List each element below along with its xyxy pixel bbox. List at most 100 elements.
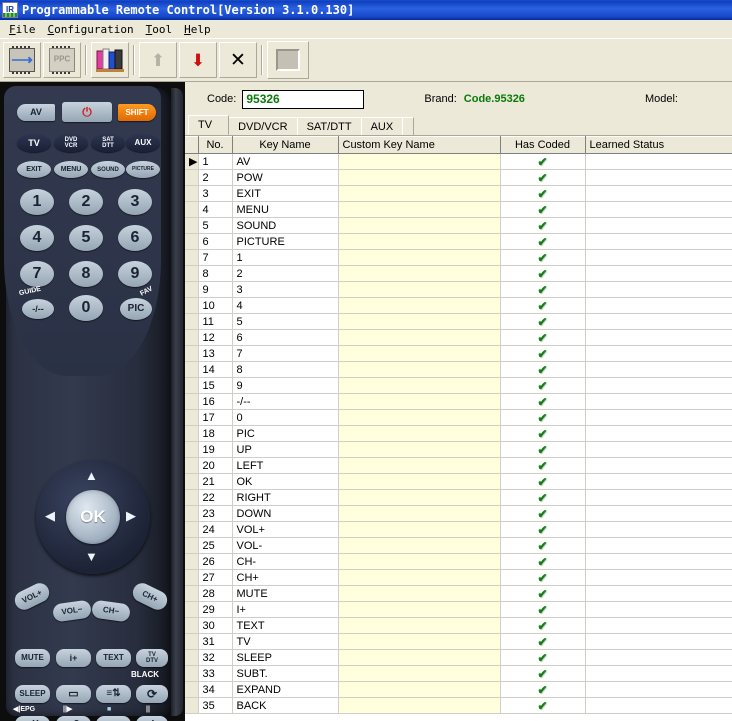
remote-key-8[interactable]: 8 xyxy=(69,261,103,287)
remote-key-dash[interactable]: -/-- xyxy=(22,299,54,319)
table-row[interactable]: 15 9 ✔ xyxy=(185,377,732,394)
table-row[interactable]: 28 MUTE ✔ xyxy=(185,585,732,602)
cell-custom-key-name[interactable] xyxy=(338,345,501,362)
remote-key-tv-dtv[interactable]: TV DTV xyxy=(136,649,168,667)
table-row[interactable]: 3 EXIT ✔ xyxy=(185,185,732,202)
remote-key-5[interactable]: 5 xyxy=(69,225,103,251)
row-indicator[interactable] xyxy=(185,281,199,298)
stop-button[interactable] xyxy=(267,41,309,79)
table-row[interactable]: 12 6 ✔ xyxy=(185,329,732,346)
remote-key-text-help[interactable]: ≡? xyxy=(56,716,91,721)
remote-key-info-plus[interactable]: i+ xyxy=(56,649,91,667)
table-row[interactable]: 9 3 ✔ xyxy=(185,281,732,298)
remote-key-left[interactable]: ◀ xyxy=(45,509,55,522)
remote-key-mute[interactable]: MUTE xyxy=(15,649,50,667)
remote-key-back[interactable]: ⟳ xyxy=(136,685,168,703)
remote-key-picture[interactable]: PICTURE xyxy=(126,161,160,178)
cell-custom-key-name[interactable] xyxy=(338,361,501,378)
remote-key-power[interactable]: ⏻ xyxy=(62,102,112,122)
cell-custom-key-name[interactable] xyxy=(338,265,501,282)
remote-key-aux[interactable]: AUX xyxy=(126,134,160,152)
table-row[interactable]: 27 CH+ ✔ xyxy=(185,569,732,586)
remote-key-exit[interactable]: EXIT xyxy=(17,161,51,178)
row-indicator[interactable] xyxy=(185,185,199,202)
remote-key-menu[interactable]: MENU xyxy=(54,161,88,178)
row-indicator[interactable] xyxy=(185,537,199,554)
cell-custom-key-name[interactable] xyxy=(338,537,501,554)
row-indicator[interactable] xyxy=(185,201,199,218)
cell-custom-key-name[interactable] xyxy=(338,249,501,266)
remote-key-3[interactable]: 3 xyxy=(118,189,152,215)
write-chip-button[interactable]: ⟶ xyxy=(3,42,41,78)
cell-custom-key-name[interactable] xyxy=(338,329,501,346)
col-key-name[interactable]: Key Name xyxy=(232,136,339,154)
table-row[interactable]: 14 8 ✔ xyxy=(185,361,732,378)
remote-key-ok[interactable]: OK xyxy=(66,490,120,544)
cell-custom-key-name[interactable] xyxy=(338,393,501,410)
row-indicator[interactable] xyxy=(185,377,199,394)
remote-key-text-cancel[interactable]: ≡X xyxy=(15,716,50,721)
cell-custom-key-name[interactable] xyxy=(338,153,501,170)
row-indicator[interactable] xyxy=(185,665,199,682)
row-indicator[interactable] xyxy=(185,697,199,714)
row-indicator[interactable] xyxy=(185,217,199,234)
cell-custom-key-name[interactable] xyxy=(338,505,501,522)
row-indicator[interactable] xyxy=(185,553,199,570)
row-indicator[interactable] xyxy=(185,345,199,362)
remote-key-down[interactable]: ▼ xyxy=(85,550,98,563)
cell-custom-key-name[interactable] xyxy=(338,457,501,474)
table-row[interactable]: 4 MENU ✔ xyxy=(185,201,732,218)
remote-key-1[interactable]: 1 xyxy=(20,189,54,215)
row-indicator[interactable] xyxy=(185,585,199,602)
row-indicator[interactable] xyxy=(185,297,199,314)
row-indicator[interactable] xyxy=(185,329,199,346)
table-row[interactable]: 18 PIC ✔ xyxy=(185,425,732,442)
menu-tool[interactable]: Tool xyxy=(141,22,180,37)
remote-key-expand[interactable]: ≡⇅ xyxy=(96,685,131,703)
cell-custom-key-name[interactable] xyxy=(338,409,501,426)
table-row[interactable]: 7 1 ✔ xyxy=(185,249,732,266)
row-indicator[interactable] xyxy=(185,313,199,330)
cell-custom-key-name[interactable] xyxy=(338,441,501,458)
col-learned-status[interactable]: Learned Status xyxy=(585,136,732,154)
remote-key-7[interactable]: 7 xyxy=(20,261,54,287)
cell-custom-key-name[interactable] xyxy=(338,633,501,650)
remote-key-info[interactable]: i xyxy=(136,716,168,721)
cell-custom-key-name[interactable] xyxy=(338,569,501,586)
row-indicator[interactable] xyxy=(185,233,199,250)
cell-custom-key-name[interactable] xyxy=(338,585,501,602)
remote-key-right[interactable]: ▶ xyxy=(126,509,136,522)
menu-file[interactable]: File xyxy=(4,22,43,37)
remote-key-sat-dtt[interactable]: SAT DTT xyxy=(91,134,125,152)
table-row[interactable]: 26 CH- ✔ xyxy=(185,553,732,570)
row-indicator[interactable] xyxy=(185,169,199,186)
key-grid-container[interactable]: No. Key Name Custom Key Name Has Coded L… xyxy=(185,136,732,721)
remote-key-4[interactable]: 4 xyxy=(20,225,54,251)
move-up-button[interactable]: ⬆ xyxy=(139,42,177,78)
table-row[interactable]: 11 5 ✔ xyxy=(185,313,732,330)
cell-custom-key-name[interactable] xyxy=(338,377,501,394)
row-indicator[interactable] xyxy=(185,649,199,666)
row-indicator[interactable] xyxy=(185,409,199,426)
table-row[interactable]: 13 7 ✔ xyxy=(185,345,732,362)
row-indicator[interactable] xyxy=(185,681,199,698)
cell-custom-key-name[interactable] xyxy=(338,217,501,234)
cell-custom-key-name[interactable] xyxy=(338,649,501,666)
row-indicator[interactable] xyxy=(185,569,199,586)
move-down-button[interactable]: ⬇ xyxy=(179,42,217,78)
remote-key-6[interactable]: 6 xyxy=(118,225,152,251)
remote-key-sound[interactable]: SOUND xyxy=(91,161,125,178)
remote-key-9[interactable]: 9 xyxy=(118,261,152,287)
table-row[interactable]: 24 VOL+ ✔ xyxy=(185,521,732,538)
table-row[interactable]: 19 UP ✔ xyxy=(185,441,732,458)
row-indicator[interactable] xyxy=(185,425,199,442)
row-indicator[interactable] xyxy=(185,521,199,538)
cell-custom-key-name[interactable] xyxy=(338,281,501,298)
cell-custom-key-name[interactable] xyxy=(338,489,501,506)
remote-key-text-size[interactable]: ≡↕ xyxy=(96,716,131,721)
table-row[interactable]: 10 4 ✔ xyxy=(185,297,732,314)
tab-sat-dtt[interactable]: SAT/DTT xyxy=(296,117,362,135)
cell-custom-key-name[interactable] xyxy=(338,681,501,698)
cell-custom-key-name[interactable] xyxy=(338,521,501,538)
remote-key-2[interactable]: 2 xyxy=(69,189,103,215)
